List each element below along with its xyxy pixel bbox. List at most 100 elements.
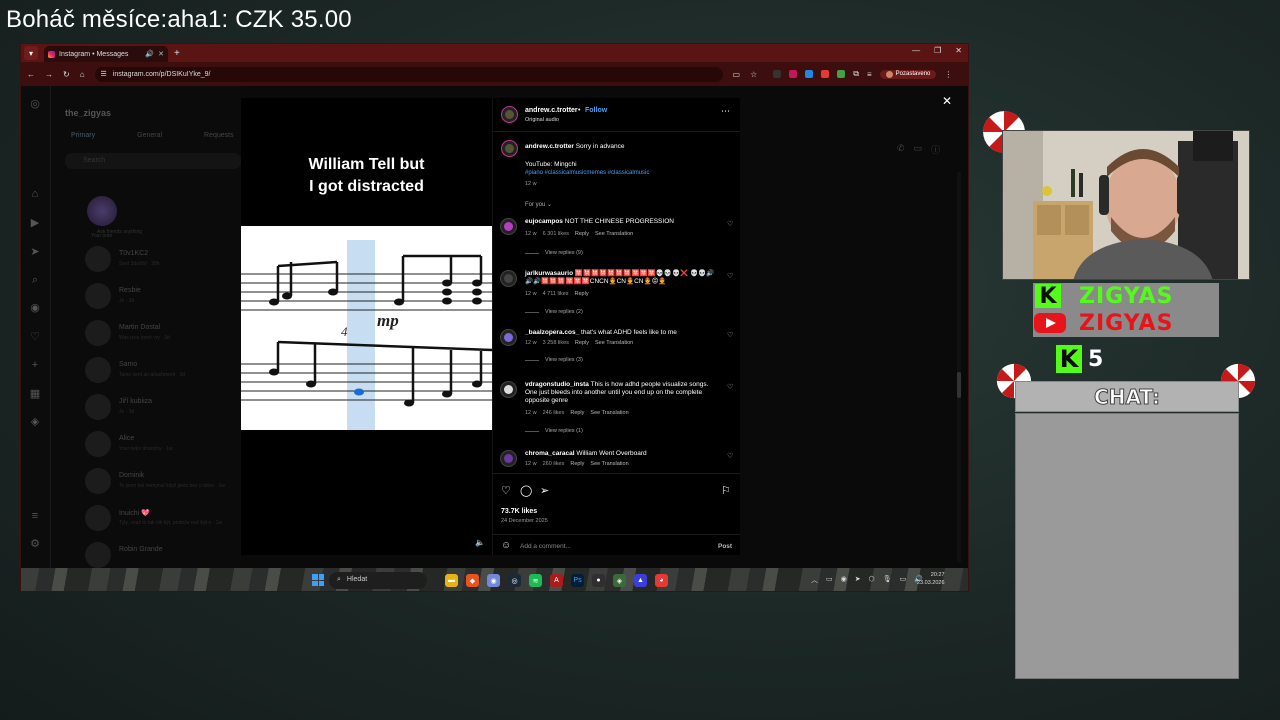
heart-nav-icon[interactable]: ♡ <box>29 331 41 343</box>
scrollbar-thumb[interactable] <box>957 372 961 398</box>
back-icon[interactable]: ← <box>27 70 35 79</box>
comment-input[interactable]: Add a comment... <box>520 543 571 550</box>
list-item[interactable]: Jiří kubiiza Jo · 3d <box>85 394 261 424</box>
comment-likes[interactable]: 6 301 likes <box>543 231 569 237</box>
inbox-username[interactable]: the_zigyas <box>65 108 111 118</box>
comment-username[interactable]: jarlkurwasaurio <box>525 270 573 277</box>
tab-requests[interactable]: Requests <box>204 132 234 139</box>
more-options-icon[interactable]: ⋯ <box>721 106 730 117</box>
see-translation-button[interactable]: See Translation <box>590 410 628 416</box>
phone-icon[interactable]: ✆ <box>897 143 905 156</box>
tab-primary[interactable]: Primary <box>71 132 95 139</box>
list-item[interactable]: Martin Dostal Was jsou tomé vry · 3d <box>85 320 261 350</box>
post-author[interactable]: andrew.c.trotter <box>525 107 578 114</box>
video-call-icon[interactable]: ▭ <box>914 143 923 156</box>
post-comment-button[interactable]: Post <box>718 543 732 550</box>
stats-nav-icon[interactable]: ▦ <box>29 388 41 400</box>
comment-likes[interactable]: 260 likes <box>543 461 565 467</box>
taskbar-clock[interactable]: 20:27 23.03.2026 <box>917 571 945 587</box>
list-item[interactable]: T0v1KC2 Sent 3dsdfsf · 28h <box>85 246 261 276</box>
steam-icon[interactable]: ◎ <box>508 574 521 587</box>
reply-button[interactable]: Reply <box>570 461 584 467</box>
follow-button[interactable]: Follow <box>585 107 607 114</box>
avatar[interactable] <box>500 329 517 346</box>
for-you-dropdown[interactable]: For you ⌄ <box>525 201 552 208</box>
app-icon[interactable]: ▲ <box>634 574 647 587</box>
threads-nav-icon[interactable]: ⚙ <box>29 538 41 550</box>
reels-nav-icon[interactable]: ▶ <box>29 217 41 229</box>
kebab-menu-icon[interactable]: ⋮ <box>944 70 952 79</box>
display-icon[interactable]: ▭ <box>900 575 907 585</box>
info-icon[interactable]: ⓘ <box>931 143 940 156</box>
profile-button[interactable]: Pozastaveno <box>879 69 937 79</box>
cast-icon[interactable]: ▭ <box>733 70 741 79</box>
mute-icon[interactable]: 🔈 <box>475 538 485 547</box>
comment-likes[interactable]: 4 711 likes <box>543 291 569 297</box>
new-tab-button[interactable]: + <box>174 48 180 59</box>
tab-instagram[interactable]: Instagram • Messages 🔊 ✕ <box>44 46 168 62</box>
taskbar-search[interactable]: ⌕ Hledat <box>329 572 427 589</box>
instagram-logo-icon[interactable]: ◎ <box>29 98 41 110</box>
list-item[interactable]: Alice Your nejrv shandny · 1w <box>85 431 261 461</box>
emoji-icon[interactable]: ☺ <box>501 540 511 551</box>
audio-link[interactable]: Original audio <box>525 117 559 123</box>
tray-app-icon[interactable]: ➤ <box>855 575 861 585</box>
app-icon[interactable]: ◈ <box>613 574 626 587</box>
page-scrollbar[interactable] <box>957 172 961 562</box>
like-icon[interactable]: ♡ <box>501 484 511 497</box>
close-post-icon[interactable]: ✕ <box>942 94 952 108</box>
forward-icon[interactable]: → <box>45 70 53 79</box>
view-replies-button[interactable]: View replies (3) <box>525 357 583 363</box>
avatar[interactable] <box>500 270 517 287</box>
tab-search-icon[interactable]: ▾ <box>24 46 38 60</box>
tab-close-icon[interactable]: ✕ <box>158 50 164 58</box>
comment-username[interactable]: vdragonstudio_insta <box>525 381 589 388</box>
like-comment-icon[interactable]: ♡ <box>727 272 733 280</box>
extension-icon[interactable] <box>789 70 798 78</box>
extension-icon[interactable] <box>837 70 846 78</box>
comment-likes[interactable]: 246 likes <box>543 410 565 416</box>
tray-app-icon[interactable]: ▭ <box>826 575 833 585</box>
reply-button[interactable]: Reply <box>570 410 584 416</box>
comment-username[interactable]: chroma_caracal <box>525 450 575 457</box>
brave-browser-icon[interactable]: ◆ <box>466 574 479 587</box>
obs-icon[interactable]: ● <box>592 574 605 587</box>
like-comment-icon[interactable]: ♡ <box>727 452 733 460</box>
avatar[interactable] <box>87 196 117 226</box>
discord-icon[interactable]: ◉ <box>487 574 500 587</box>
chrome-icon[interactable]: ◕ <box>655 574 668 587</box>
search-nav-icon[interactable]: ⌕ <box>29 274 41 286</box>
extension-icon[interactable] <box>821 70 830 78</box>
list-item[interactable]: Samo Tamo sent an attachment · 3d <box>85 357 261 387</box>
reply-button[interactable]: Reply <box>575 340 589 346</box>
spotify-icon[interactable]: ≋ <box>529 574 542 587</box>
caption-username[interactable]: andrew.c.trotter <box>525 143 574 150</box>
tray-app-icon[interactable]: ⬡ <box>869 575 875 585</box>
reply-button[interactable]: Reply <box>575 231 589 237</box>
like-count[interactable]: 73.7K likes <box>501 508 537 515</box>
profile-nav-icon[interactable]: ◈ <box>29 416 41 428</box>
caption-hashtags[interactable]: #piano #classicalmusicmemes #classicalmu… <box>525 170 649 176</box>
speaker-icon[interactable]: 🔊 <box>145 50 154 58</box>
comment-likes[interactable]: 3 258 likes <box>543 340 569 346</box>
explore-nav-icon[interactable]: ◉ <box>29 302 41 314</box>
site-info-icon[interactable]: ☰ <box>101 70 107 78</box>
direct-nav-icon[interactable]: ➤ <box>29 246 41 258</box>
adobe-icon[interactable]: A <box>550 574 563 587</box>
inbox-search-input[interactable]: Search <box>65 153 241 169</box>
save-bookmark-icon[interactable]: ⚐ <box>721 484 731 497</box>
file-explorer-icon[interactable]: ▬ <box>445 574 458 587</box>
reel-video[interactable]: William Tell but I got distracted 4 mp 🔈 <box>241 98 492 555</box>
chevron-up-icon[interactable]: ︿ <box>811 575 818 585</box>
comment-username[interactable]: eujocampos <box>525 218 563 225</box>
extension-icon[interactable] <box>773 70 782 78</box>
url-bar[interactable]: ☰ instagram.com/p/DSIKuIYke_9/ <box>94 66 723 82</box>
home-nav-icon[interactable]: ⌂ <box>29 188 41 200</box>
reload-icon[interactable]: ↻ <box>63 70 70 79</box>
view-replies-button[interactable]: View replies (9) <box>525 250 583 256</box>
view-replies-button[interactable]: View replies (1) <box>525 428 583 434</box>
list-item[interactable]: Resbie Jo · 3d <box>85 283 261 313</box>
avatar[interactable] <box>501 106 518 123</box>
comment-icon[interactable]: ◯ <box>520 484 532 497</box>
like-comment-icon[interactable]: ♡ <box>727 331 733 339</box>
